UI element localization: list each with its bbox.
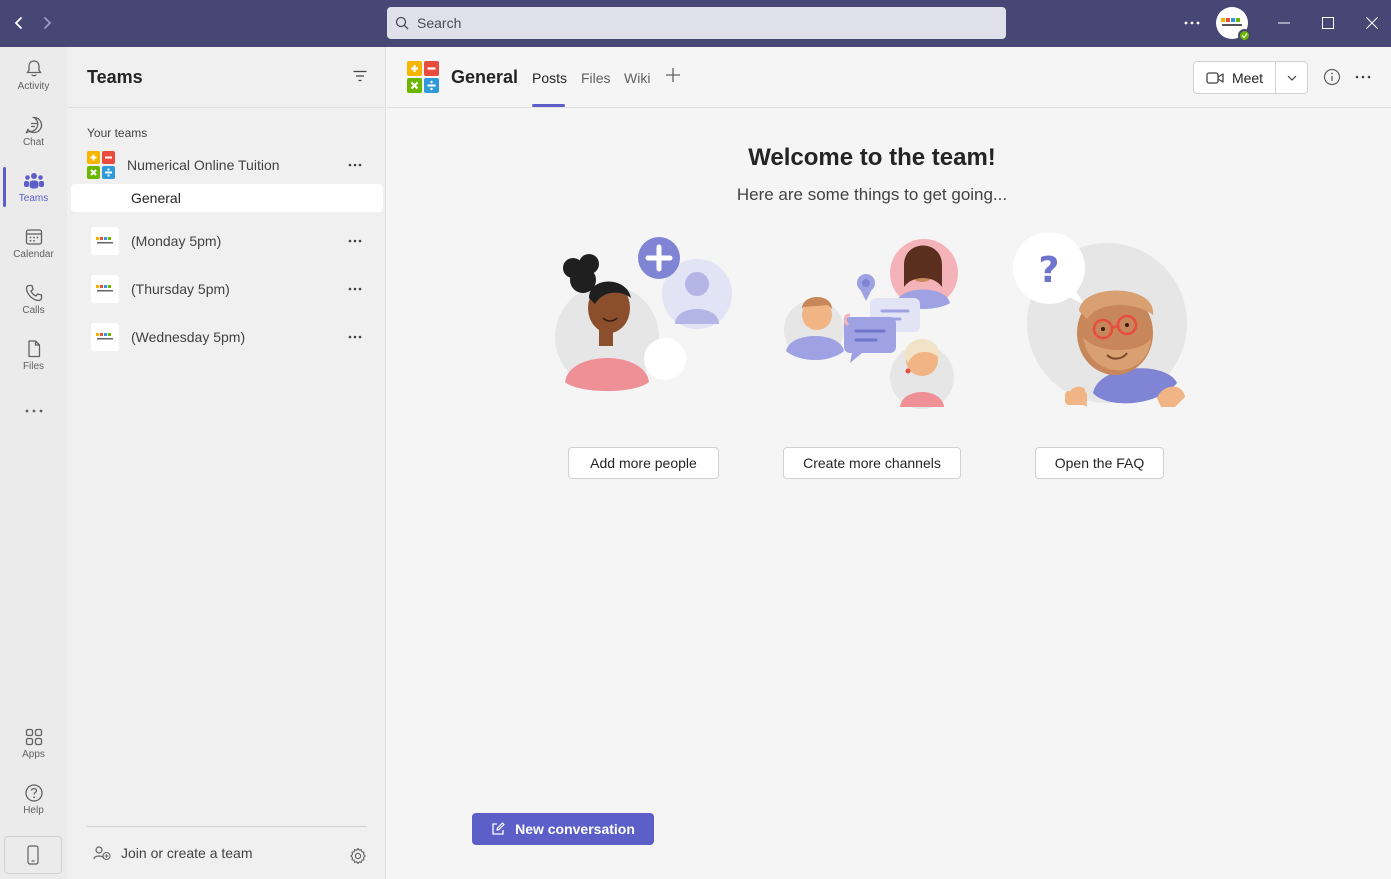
team-logo-icon [91,323,119,351]
team-more-icon[interactable] [345,279,365,299]
teams-icon [23,172,44,188]
create-more-channels-button[interactable]: Create more channels [783,447,961,479]
channel-title: General [451,67,519,87]
rail-item-apps[interactable]: Apps [0,717,67,769]
team-logo-icon [91,227,119,255]
rail-label: Calls [22,304,45,316]
rail-item-calendar[interactable]: Calendar [0,217,67,269]
info-icon[interactable] [1323,68,1341,91]
mobile-phone-icon [27,845,39,865]
video-camera-icon [1206,71,1224,84]
rail-label: Activity [17,80,50,92]
meet-now-button[interactable]: Meet [1194,62,1276,93]
teams-footer-divider [87,826,367,827]
team-name: (Wednesday 5pm) [131,329,246,345]
channel-name: General [131,190,181,206]
rail-item-chat[interactable]: Chat [0,105,67,157]
faq-illustration-icon: ? [1013,233,1187,407]
search-input[interactable]: Search [387,7,1006,39]
close-icon[interactable] [1357,9,1387,37]
rail-item-activity[interactable]: Activity [0,49,67,101]
rail-item-files[interactable]: Files [0,329,67,381]
title-bar: Search [0,0,1391,47]
join-or-create-team-button[interactable]: Join or create a team [93,845,253,861]
rail-more-apps-icon[interactable] [0,385,67,437]
team-item-wednesday[interactable]: (Wednesday 5pm) [71,317,383,357]
tab-files[interactable]: Files [581,70,611,86]
chat-icon [24,116,42,134]
presence-available-icon [1238,29,1251,42]
rail-label: Calendar [13,248,54,260]
your-teams-label: Your teams [87,126,148,140]
meet-dropdown-chevron-down-icon[interactable] [1276,62,1307,93]
channel-header: General Posts Files Wiki Meet [387,47,1391,108]
minimize-icon[interactable] [1269,9,1299,37]
compose-icon [492,822,505,835]
tab-wiki[interactable]: Wiki [624,70,650,86]
calendar-icon [25,228,42,245]
team-calculator-logo-icon [87,151,115,179]
gear-icon[interactable] [349,847,367,870]
team-more-icon[interactable] [345,231,365,251]
new-conversation-label: New conversation [515,821,635,837]
team-name: Numerical Online Tuition [127,157,280,173]
team-item-monday[interactable]: (Monday 5pm) [71,221,383,261]
avatar[interactable] [1216,7,1251,42]
search-icon [395,16,409,30]
team-item-numerical-online-tuition[interactable]: Numerical Online Tuition [71,145,383,185]
forward-arrow-icon[interactable] [36,12,58,34]
rail-label: Files [22,360,45,372]
main-pane: General Posts Files Wiki Meet Welcome to… [387,47,1391,879]
app-rail: Activity Chat Teams Calendar Calls Files… [0,47,67,879]
phone-icon [25,284,42,301]
team-name: (Thursday 5pm) [131,281,230,297]
apps-icon [25,728,42,745]
meet-label: Meet [1231,69,1264,86]
rail-label: Chat [22,136,45,148]
join-label: Join or create a team [121,845,253,861]
new-conversation-button[interactable]: New conversation [472,813,654,845]
tab-posts[interactable]: Posts [532,70,567,86]
team-name: (Monday 5pm) [131,233,222,249]
bell-icon [25,59,42,76]
welcome-title: Welcome to the team! [748,144,996,171]
rail-item-teams[interactable]: Teams [0,161,67,213]
mobile-app-button[interactable] [4,836,62,874]
teams-pane: Teams Your teams Numerical Online Tuitio… [67,47,386,879]
active-tab-indicator [532,104,565,107]
maximize-icon[interactable] [1313,9,1343,37]
filter-icon[interactable] [353,69,367,87]
rail-label: Teams [18,192,49,204]
team-calculator-logo-icon [407,61,439,93]
more-options-icon[interactable] [1177,9,1207,37]
add-people-icon [93,846,111,861]
profile-logo-icon [1221,18,1242,26]
rail-item-calls[interactable]: Calls [0,273,67,325]
help-icon [24,783,43,802]
meet-button[interactable]: Meet [1193,61,1308,94]
search-placeholder: Search [417,15,462,31]
svg-text:?: ? [1039,250,1060,291]
teams-header: Teams [67,47,385,108]
teams-title: Teams [87,67,143,87]
back-arrow-icon[interactable] [8,12,30,34]
channel-item-general[interactable]: General [71,184,383,212]
add-more-people-button[interactable]: Add more people [568,447,719,479]
team-item-thursday[interactable]: (Thursday 5pm) [71,269,383,309]
team-logo-icon [91,275,119,303]
create-channels-illustration-icon [784,239,958,409]
team-more-icon[interactable] [345,327,365,347]
open-faq-button[interactable]: Open the FAQ [1035,447,1164,479]
add-people-illustration-icon [555,237,732,391]
channel-more-icon[interactable] [1355,68,1371,91]
file-icon [27,339,40,357]
rail-label: Apps [22,748,45,760]
add-tab-icon[interactable] [665,67,681,88]
rail-item-help[interactable]: Help [0,773,67,825]
team-more-icon[interactable] [345,155,365,175]
rail-label: Help [23,804,44,816]
welcome-subtitle: Here are some things to get going... [736,185,1008,204]
